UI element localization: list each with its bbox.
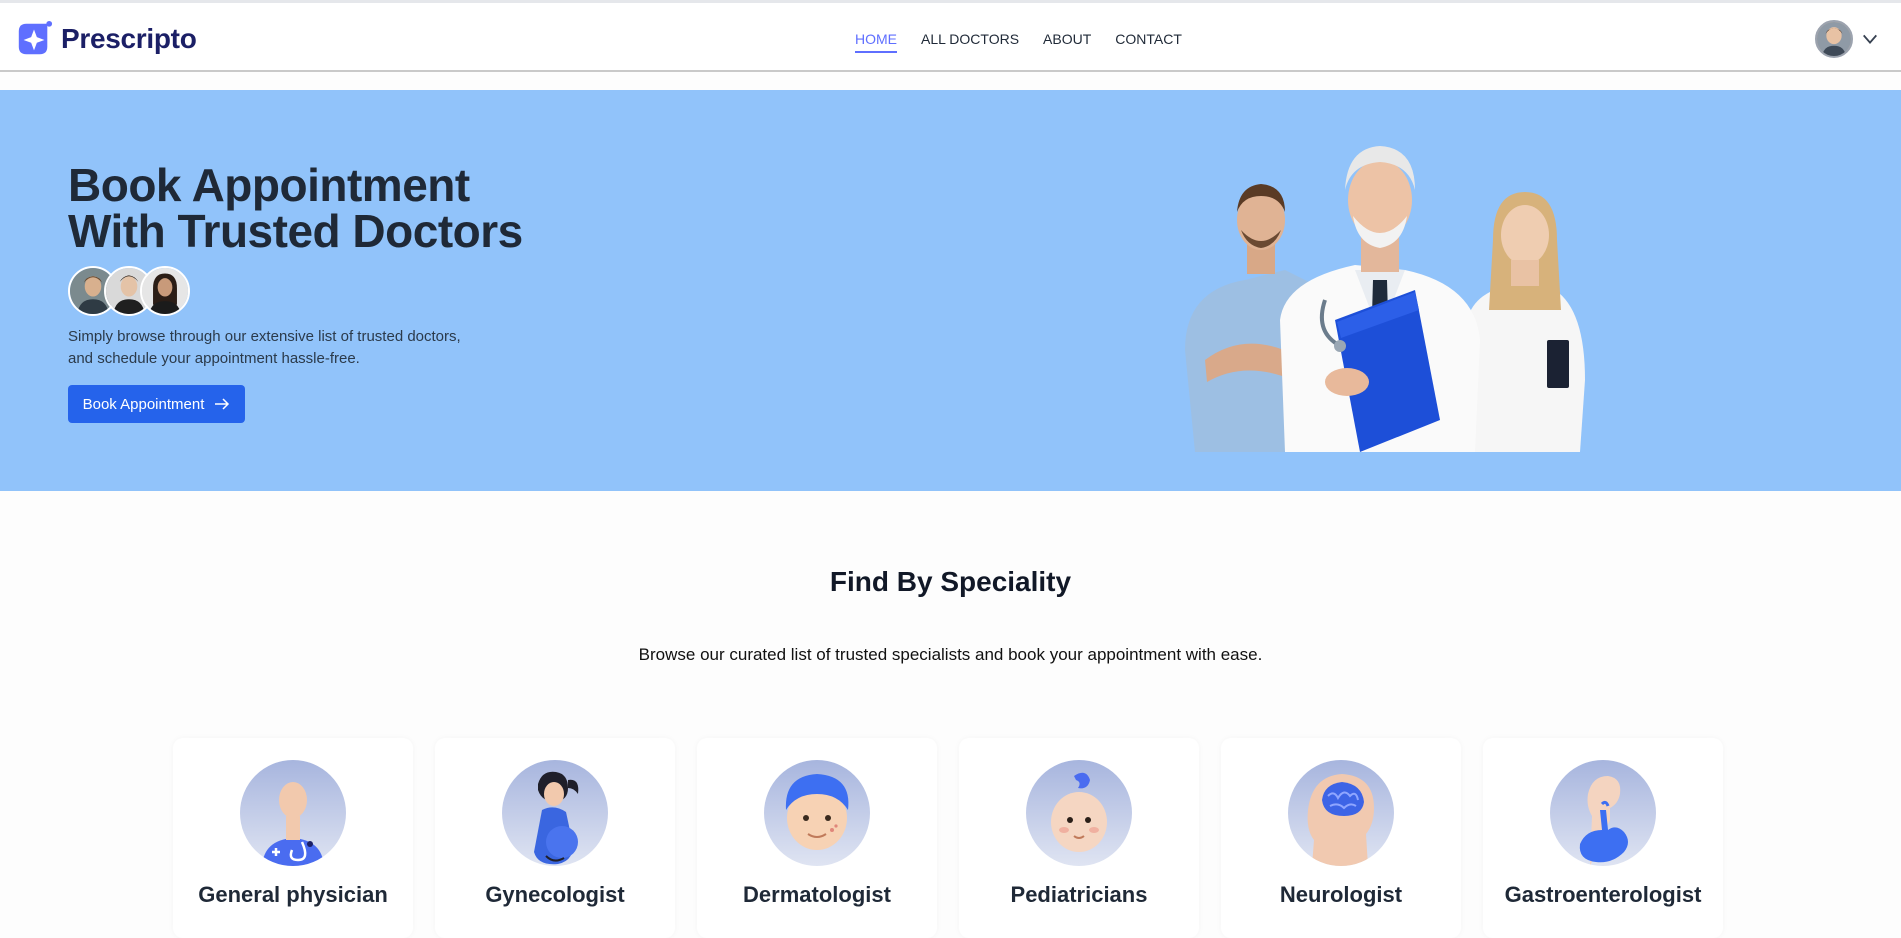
gynecologist-icon [502, 760, 608, 866]
general-physician-icon [240, 760, 346, 866]
prescripto-logo-icon [18, 20, 53, 55]
chevron-down-icon[interactable] [1861, 30, 1879, 48]
book-appointment-button[interactable]: Book Appointment [68, 385, 245, 423]
hero-title: Book Appointment With Trusted Doctors [68, 162, 588, 254]
brand-name: Prescripto [61, 23, 197, 54]
speciality-card-gynecologist[interactable]: Gynecologist [435, 738, 675, 938]
top-navbar: Prescripto HOME ALL DOCTORS ABOUT CONTAC… [0, 0, 1901, 72]
speciality-card-gastroenterologist[interactable]: Gastroenterologist [1483, 738, 1723, 938]
doctor-avatar-3 [140, 266, 190, 316]
arrow-right-icon [215, 398, 230, 410]
user-avatar[interactable] [1815, 20, 1853, 58]
hero-description: Simply browse through our extensive list… [68, 326, 488, 370]
profile-menu[interactable] [1815, 20, 1879, 58]
brand-logo[interactable]: Prescripto [15, 20, 197, 58]
hero-banner: Book Appointment With Trusted Doctors Si… [0, 90, 1901, 491]
speciality-card-neurologist[interactable]: Neurologist [1221, 738, 1461, 938]
speciality-label: Gynecologist [485, 882, 625, 907]
speciality-label: Gastroenterologist [1504, 882, 1702, 907]
speciality-list: General physician Gynecologist Dermatolo… [173, 738, 1723, 938]
speciality-subtitle: Browse our curated list of trusted speci… [638, 645, 1263, 664]
nav-contact[interactable]: CONTACT [1115, 31, 1182, 53]
speciality-title: Find By Speciality [829, 566, 1072, 597]
dermatologist-icon [764, 760, 870, 866]
doctor-avatars-group [68, 266, 190, 316]
gastroenterologist-icon [1550, 760, 1656, 866]
neurologist-icon [1288, 760, 1394, 866]
speciality-card-dermatologist[interactable]: Dermatologist [697, 738, 937, 938]
hero-title-line-1: Book Appointment [68, 159, 470, 211]
hero-desc-line-1: Simply browse through our extensive list… [68, 328, 461, 345]
speciality-label: Pediatricians [1010, 882, 1148, 907]
nav-about[interactable]: ABOUT [1043, 31, 1091, 53]
hero-title-line-2: With Trusted Doctors [68, 205, 523, 257]
speciality-label: Dermatologist [743, 882, 891, 907]
nav-home[interactable]: HOME [855, 31, 897, 53]
hero-desc-line-2: and schedule your appointment hassle-fre… [68, 350, 360, 367]
speciality-card-pediatricians[interactable]: Pediatricians [959, 738, 1199, 938]
speciality-card-general-physician[interactable]: General physician [173, 738, 413, 938]
speciality-label: Neurologist [1279, 882, 1403, 907]
book-appointment-label: Book Appointment [82, 395, 205, 413]
user-avatar-icon [1817, 22, 1851, 56]
doctors-group-image [1185, 146, 1585, 452]
pediatrician-icon [1026, 760, 1132, 866]
nav-all-doctors[interactable]: ALL DOCTORS [921, 31, 1019, 53]
main-nav: HOME ALL DOCTORS ABOUT CONTACT [855, 31, 1182, 53]
speciality-label: General physician [198, 882, 388, 907]
